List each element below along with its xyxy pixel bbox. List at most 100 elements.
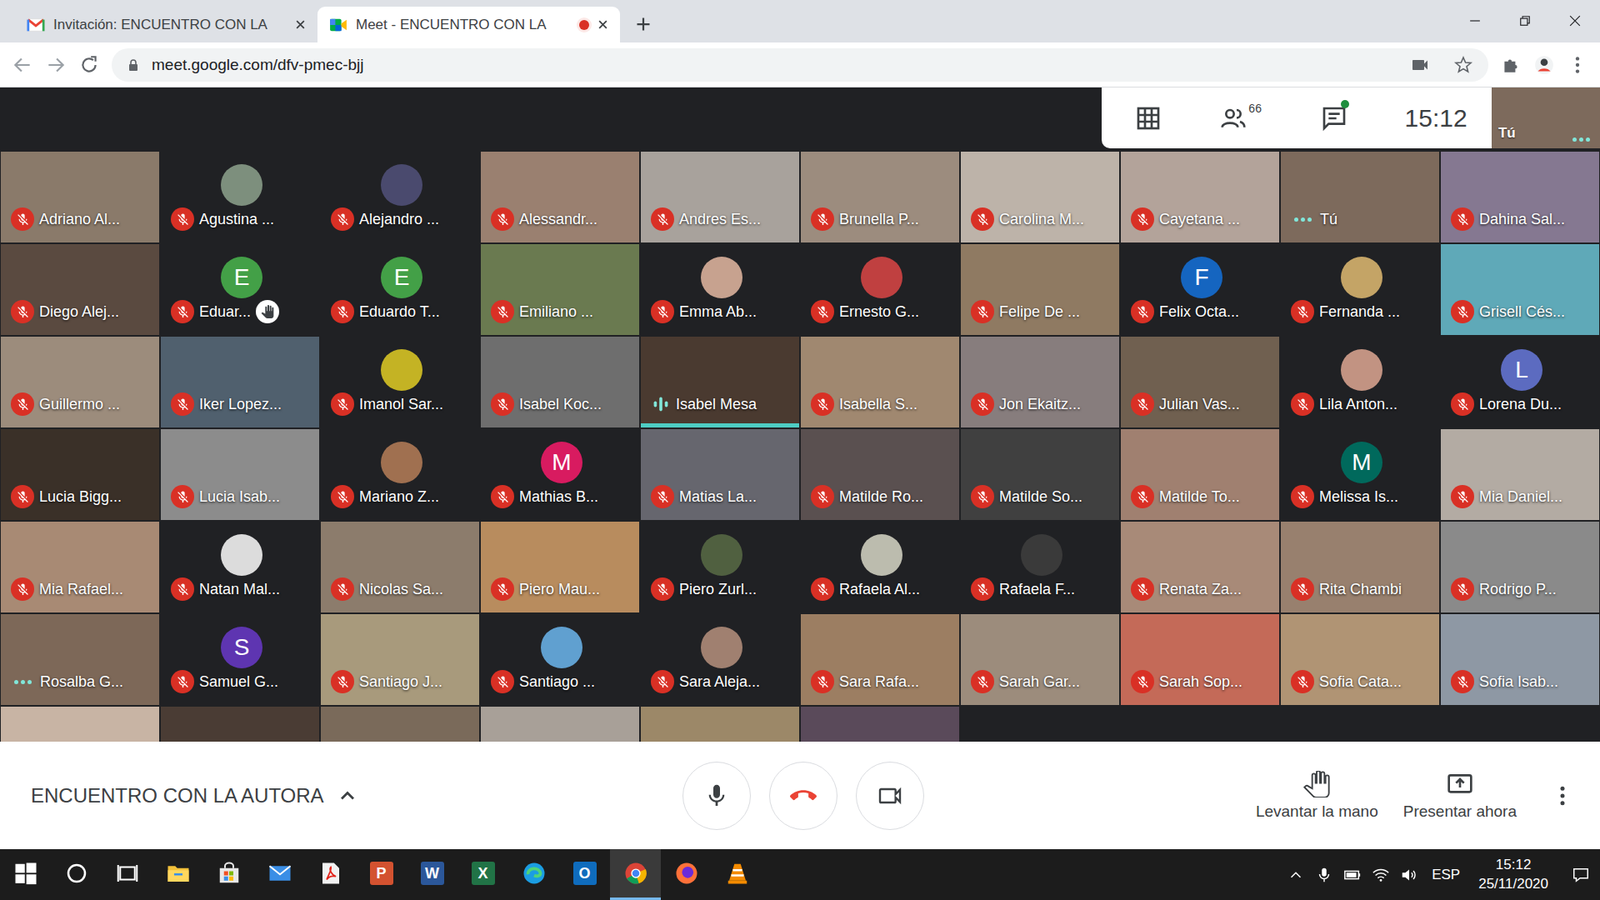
new-tab-icon[interactable] [635,15,652,33]
participant-tile[interactable]: Alessandr... [480,150,640,244]
taskbar-app[interactable]: P [355,849,407,900]
microphone-button[interactable] [682,761,751,830]
participant-tile[interactable]: Lila Anton... [1280,335,1440,429]
participant-tile[interactable]: Natan Mal... [160,520,320,614]
taskbar-app[interactable] [610,849,661,900]
options-dots-icon[interactable] [10,680,35,685]
close-tab-icon[interactable] [597,19,609,30]
participant-tile[interactable]: Renata Za... [1120,520,1280,614]
camera-button[interactable] [855,761,925,830]
taskbar-app[interactable]: O [559,849,610,900]
participant-tile[interactable]: Emiliano ... [480,243,640,336]
participant-tile[interactable]: Alejandro ... [320,150,480,244]
participant-tile[interactable]: Sofia Isab... [1440,613,1600,706]
options-dots-icon[interactable] [1290,217,1315,222]
camera-permission-icon[interactable] [1410,55,1430,75]
participant-tile[interactable] [160,705,320,742]
participant-tile[interactable]: Imanol Sar... [320,335,480,429]
meeting-details-button[interactable]: ENCUENTRO CON LA AUTORA [30,784,683,808]
participant-tile[interactable] [0,705,160,742]
participant-tile[interactable]: MMelissa Is... [1280,428,1440,521]
participant-tile[interactable]: Sarah Sop... [1120,613,1280,706]
taskbar-app[interactable]: X [457,849,509,900]
participant-tile[interactable]: Iker Lopez... [160,335,320,429]
participant-tile[interactable]: Rafaela F... [960,520,1120,614]
microphone-in-use-icon[interactable] [1315,865,1334,885]
participant-tile[interactable]: Rafaela Al... [800,520,960,614]
taskbar-app[interactable] [711,849,763,900]
participant-tile[interactable]: Dahina Sal... [1440,150,1600,244]
taskbar-app[interactable] [660,849,712,900]
volume-icon[interactable] [1400,865,1419,885]
participant-tile[interactable]: EEduardo T... [320,243,480,336]
participant-tile[interactable]: Rodrigo P... [1440,520,1600,614]
participant-tile[interactable]: Mia Rafael... [0,520,160,614]
taskbar-app[interactable]: W [406,849,458,900]
participant-tile[interactable] [320,705,480,742]
participant-tile[interactable]: Carolina M... [960,150,1120,244]
participant-tile[interactable]: SSamuel G... [160,613,320,706]
participant-tile[interactable]: Mia Daniel... [1440,428,1600,521]
participant-tile[interactable]: Julian Vas... [1120,335,1280,429]
close-tab-icon[interactable] [295,19,306,30]
participant-tile[interactable]: Sarah Gar... [960,613,1120,706]
taskbar-app[interactable] [101,849,153,900]
participant-tile[interactable]: Agustina ... [160,150,320,244]
close-window-icon[interactable] [1550,0,1600,42]
participant-tile[interactable]: Emma Ab... [640,243,800,336]
more-options-icon[interactable] [1550,783,1575,809]
participant-tile[interactable]: Tú [1280,150,1440,244]
participant-tile[interactable]: Fernanda ... [1280,243,1440,336]
participant-tile[interactable]: Lucia Isab... [160,428,320,521]
input-language[interactable]: ESP [1428,866,1464,884]
participant-tile[interactable]: Andres Es... [640,150,800,244]
participant-tile[interactable]: Isabel Mesa [640,335,800,429]
taskbar-app[interactable] [203,849,255,900]
wifi-icon[interactable] [1371,865,1390,885]
layout-button[interactable] [1101,105,1195,132]
self-preview[interactable]: Tú [1491,87,1600,149]
participant-tile[interactable]: Guillermo ... [0,335,160,429]
participant-tile[interactable]: Santiago ... [480,613,640,706]
browser-tab[interactable]: Invitación: ENCUENTRO CON LA [15,6,318,43]
participant-tile[interactable]: Santiago J... [320,613,480,706]
participant-tile[interactable]: Diego Alej... [0,243,160,336]
leave-call-button[interactable] [769,761,838,830]
participant-tile[interactable]: Sara Rafa... [800,613,960,706]
participant-tile[interactable] [640,705,800,742]
participant-tile[interactable]: Isabel Koc... [480,335,640,429]
browser-tab[interactable]: Meet - ENCUENTRO CON LA [317,6,620,43]
taskbar-app[interactable] [50,849,102,900]
participant-tile[interactable]: Matias La... [640,428,800,521]
participant-tile[interactable]: MMathias B... [480,428,640,521]
chat-button[interactable] [1287,105,1380,132]
participant-tile[interactable]: Mariano Z... [320,428,480,521]
browser-menu-icon[interactable] [1566,54,1589,76]
back-icon[interactable] [11,54,34,76]
profile-icon[interactable] [1533,54,1555,76]
participant-tile[interactable]: Ernesto G... [800,243,960,336]
taskbar-app[interactable] [254,849,305,900]
taskbar-clock[interactable]: 15:1225/11/2020 [1473,855,1554,893]
participant-tile[interactable] [480,705,640,742]
minimize-icon[interactable] [1450,0,1500,42]
forward-icon[interactable] [45,54,67,76]
participant-tile[interactable]: Matilde So... [960,428,1120,521]
participant-tile[interactable] [800,705,960,742]
people-button[interactable]: 66 [1194,105,1287,132]
battery-icon[interactable] [1343,865,1362,885]
participant-tile[interactable]: FFelix Octa... [1120,243,1280,336]
extensions-icon[interactable] [1500,54,1522,76]
participant-tile[interactable]: Jon Ekaitz... [960,335,1120,429]
participant-tile[interactable]: Piero Mau... [480,520,640,614]
action-button[interactable]: Levantar la mano [1255,770,1379,821]
lock-icon[interactable] [126,58,140,72]
participant-tile[interactable]: Brunella P... [800,150,960,244]
participant-tile[interactable]: Rosalba G... [0,613,160,706]
bookmark-star-icon[interactable] [1453,55,1474,75]
participant-tile[interactable]: Adriano Al... [0,150,160,244]
notifications-icon[interactable] [1571,865,1590,885]
participant-tile[interactable]: Matilde Ro... [800,428,960,521]
participant-tile[interactable]: Matilde To... [1120,428,1280,521]
participant-tile[interactable]: Lucia Bigg... [0,428,160,521]
